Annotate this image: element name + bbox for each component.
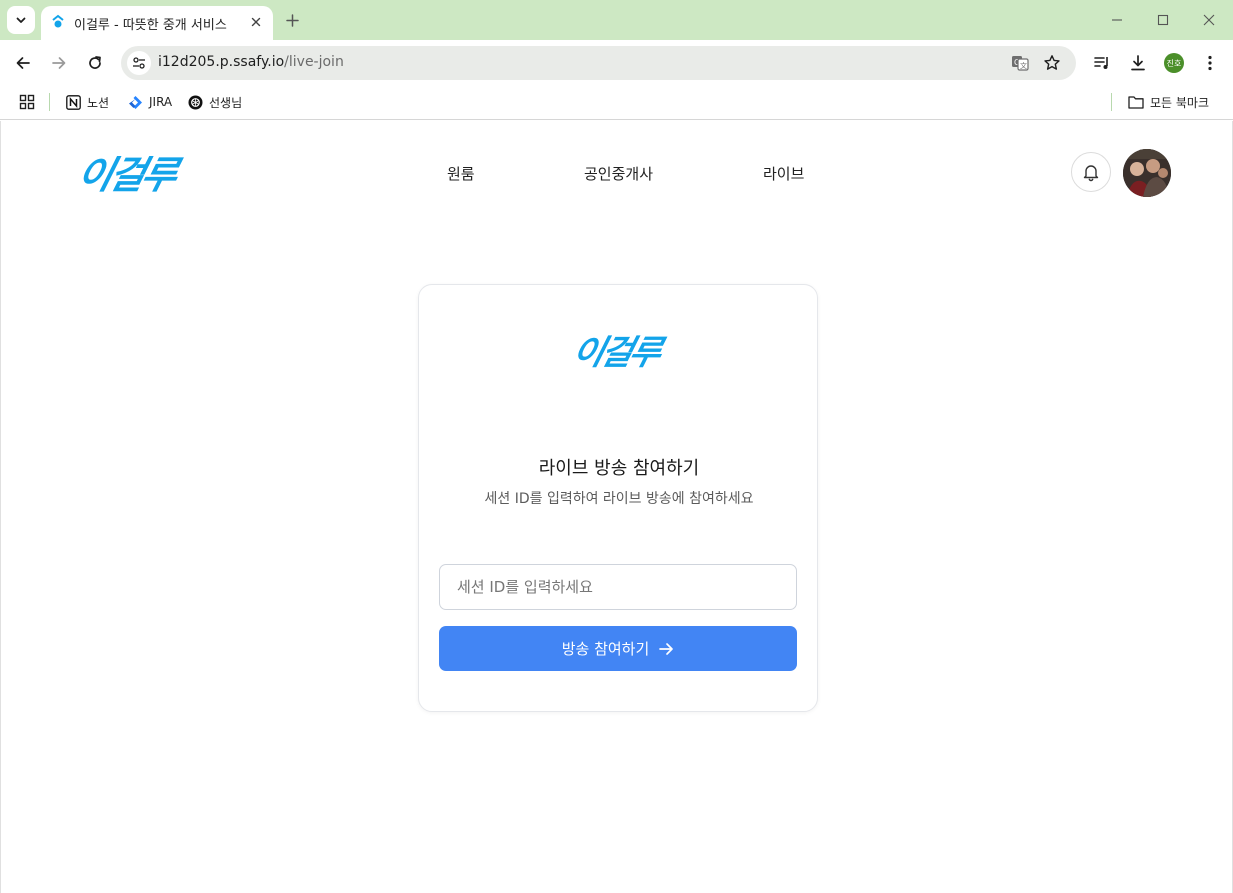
logo-text: 이걸루 xyxy=(72,153,180,197)
browser-profile-button[interactable]: 진호 xyxy=(1160,49,1188,77)
bookmark-label: 노션 xyxy=(87,95,110,110)
forward-arrow-icon[interactable] xyxy=(45,49,73,77)
bookmark-star-icon[interactable] xyxy=(1040,51,1064,75)
reload-icon[interactable] xyxy=(81,49,109,77)
all-bookmarks-label: 모든 북마크 xyxy=(1150,95,1210,110)
browser-tab-bar: 이걸루 - 따뜻한 중개 서비스 xyxy=(0,0,1233,40)
card-logo: 이걸루 xyxy=(568,325,663,374)
card-subtitle: 세션 ID를 입력하여 라이브 방송에 참여하세요 xyxy=(484,491,754,507)
jira-icon xyxy=(127,94,143,110)
join-button-label: 방송 참여하기 xyxy=(561,640,650,658)
kebab-menu-icon[interactable] xyxy=(1196,49,1224,77)
folder-icon xyxy=(1128,94,1144,110)
url-text: i12d205.p.ssafy.io/live-join xyxy=(158,54,344,70)
bell-icon xyxy=(1083,165,1099,182)
bookmark-jira[interactable]: JIRA xyxy=(127,91,172,113)
bookmark-divider xyxy=(49,93,50,111)
browser-toolbar: i12d205.p.ssafy.io/live-join G文 진호 xyxy=(0,40,1233,86)
browser-tab-active[interactable]: 이걸루 - 따뜻한 중개 서비스 xyxy=(41,6,273,40)
apps-grid-icon[interactable] xyxy=(19,91,35,113)
bookmark-label: JIRA xyxy=(149,95,173,109)
openai-icon xyxy=(187,94,203,110)
site-favicon-icon xyxy=(52,14,64,28)
svg-text:文: 文 xyxy=(1020,61,1027,70)
arrow-right-icon xyxy=(659,642,674,656)
minimize-icon[interactable] xyxy=(1105,8,1129,32)
translate-icon[interactable]: G文 xyxy=(1008,51,1032,75)
back-arrow-icon[interactable] xyxy=(9,49,37,77)
card-logo-text: 이걸루 xyxy=(568,333,663,373)
tab-close-icon[interactable] xyxy=(247,13,265,31)
download-icon[interactable] xyxy=(1124,49,1152,77)
notion-icon xyxy=(65,94,81,110)
tab-title: 이걸루 - 따뜻한 중개 서비스 xyxy=(74,18,227,33)
bookmark-label: 선생님 xyxy=(209,95,243,110)
bookmark-notion[interactable]: 노션 xyxy=(65,91,109,113)
notification-button[interactable] xyxy=(1071,152,1111,192)
address-bar[interactable]: i12d205.p.ssafy.io/live-join G文 xyxy=(121,46,1076,80)
media-queue-icon[interactable] xyxy=(1088,49,1116,77)
bookmark-divider xyxy=(1111,93,1112,111)
maximize-icon[interactable] xyxy=(1151,8,1175,32)
card-title: 라이브 방송 참여하기 xyxy=(538,458,700,479)
page-content: 이걸루 원룸 공인중개사 라이브 이걸루 라이브 방송 참여하기 세션 ID를 … xyxy=(0,121,1233,893)
nav-live[interactable]: 라이브 xyxy=(763,163,804,184)
url-host: i12d205.p.ssafy.io xyxy=(158,54,285,70)
window-close-icon[interactable] xyxy=(1197,8,1221,32)
tab-search-button[interactable] xyxy=(7,6,35,34)
new-tab-plus-icon[interactable] xyxy=(280,8,304,32)
bookmarks-bar: 노션 JIRA 선생님 모든 북마크 xyxy=(0,86,1233,120)
live-join-card: 이걸루 라이브 방송 참여하기 세션 ID를 입력하여 라이브 방송에 참여하세… xyxy=(418,284,818,712)
site-info-tune-icon[interactable] xyxy=(127,51,151,75)
join-broadcast-button[interactable]: 방송 참여하기 xyxy=(439,626,797,671)
chevron-down-icon xyxy=(16,17,26,23)
nav-oneroom[interactable]: 원룸 xyxy=(447,163,475,184)
nav-realtor[interactable]: 공인중개사 xyxy=(584,163,653,184)
profile-avatar: 진호 xyxy=(1164,53,1184,73)
site-logo[interactable]: 이걸루 xyxy=(73,144,180,199)
session-id-input[interactable] xyxy=(439,564,797,610)
all-bookmarks-folder[interactable]: 모든 북마크 xyxy=(1128,91,1209,113)
user-avatar[interactable] xyxy=(1123,149,1171,197)
url-path: /live-join xyxy=(284,54,344,70)
bookmark-teacher[interactable]: 선생님 xyxy=(187,91,242,113)
